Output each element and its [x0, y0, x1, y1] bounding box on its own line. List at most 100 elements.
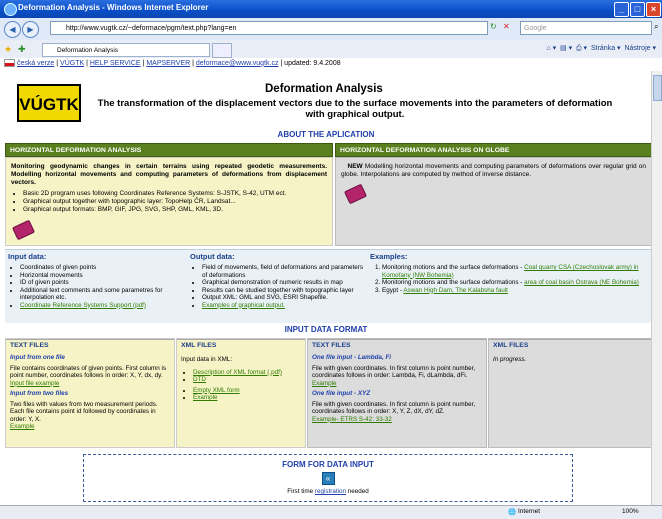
examples-heading: Examples:	[370, 252, 408, 261]
list-item: Examples of graphical output.	[202, 302, 365, 310]
globe-analysis-text: Modelling horizontal movements and compu…	[341, 163, 646, 178]
page-content: VÚGTK Deformation Analysis The transform…	[0, 71, 652, 505]
new-badge: NEW	[347, 163, 363, 170]
input-data-section: Input data: Coordinates of given points …	[8, 252, 178, 309]
one-file-text: File contains coordinates of given point…	[10, 364, 167, 380]
output-data-heading: Output data:	[190, 252, 235, 261]
mapserver-link[interactable]: MAPSERVER	[146, 60, 190, 67]
xyz-text: File with given coordinates. In first co…	[312, 400, 476, 416]
format-heading: INPUT DATA FORMAT	[284, 325, 368, 334]
page-menu[interactable]: Stránka	[591, 45, 615, 52]
minimize-button[interactable]: _	[614, 2, 629, 17]
internet-zone-icon: 🌐	[508, 509, 517, 516]
text-files-header: TEXT FILES	[6, 339, 174, 352]
tab-deformation-analysis[interactable]: Deformation Analysis	[42, 43, 210, 57]
back-icon[interactable]: ◀	[4, 21, 21, 38]
xml-description-link[interactable]: Description of XML format (.pdf)	[193, 369, 282, 376]
vugtk-link[interactable]: VÚGTK	[60, 60, 84, 67]
search-input[interactable]: Google	[520, 21, 652, 35]
graphical-output-examples-link[interactable]: Examples of graphical output.	[202, 302, 285, 309]
form-panel: FORM FOR DATA INPUT « First time registr…	[83, 454, 573, 502]
globe-text-files-header: TEXT FILES	[308, 339, 486, 352]
in-progress-text: In progress.	[493, 356, 527, 363]
empty-xml-form-link[interactable]: Empty XML form	[193, 387, 240, 394]
globe-analysis-header: HORIZONTAL DEFORMATION ANALYSIS ON GLOBE	[335, 143, 652, 157]
globe-text-files-panel: TEXT FILES One file input - Lambda, Fi F…	[307, 338, 487, 448]
page-info-bar: česká verze | VÚGTK | HELP SERVICE | MAP…	[0, 58, 662, 72]
logo-lettering: VÚGTK	[19, 95, 79, 114]
new-tab-button[interactable]	[212, 43, 232, 58]
list-item: Field of movements, field of deformation…	[202, 264, 365, 279]
window-titlebar: Deformation Analysis - Windows Internet …	[0, 0, 662, 18]
vertical-scrollbar[interactable]	[651, 71, 662, 505]
book-icon[interactable]	[343, 183, 368, 205]
examples-section: Examples: Monitoring motions and the sur…	[370, 252, 645, 294]
xyz-example-link[interactable]: Example- ETRS S-42: 33-32	[312, 416, 482, 424]
xml-example-link[interactable]: Example	[193, 394, 218, 401]
list-item: Graphical output together with topograph…	[23, 198, 327, 206]
registration-link[interactable]: registration	[315, 488, 346, 495]
lambda-fi-example-link[interactable]: Example	[312, 380, 482, 388]
list-item: Description of XML format (.pdf)	[193, 369, 301, 377]
scroll-thumb[interactable]	[653, 75, 662, 101]
horizontal-analysis-header: HORIZONTAL DEFORMATION ANALYSIS	[5, 143, 333, 157]
address-bar[interactable]: http://www.vugtk.cz/~deformace/pgm/text.…	[50, 21, 488, 35]
output-data-section: Output data: Field of movements, field o…	[190, 252, 365, 309]
two-files-text: Two files with values from two measureme…	[10, 400, 158, 423]
updated-date: updated: 9.4.2008	[284, 59, 341, 67]
form-enter-icon[interactable]: «	[321, 472, 335, 485]
form-text-after: needed	[346, 488, 369, 495]
feeds-icon[interactable]: ▤	[560, 45, 567, 52]
dtd-link[interactable]: DTD	[193, 376, 206, 383]
two-files-example-link[interactable]: Example	[10, 423, 170, 431]
czech-version-link[interactable]: česká verze	[17, 60, 54, 67]
lambda-fi-subheading: One file input - Lambda, Fi	[312, 354, 392, 361]
forward-icon[interactable]: ▶	[22, 21, 39, 38]
maximize-button[interactable]: □	[630, 2, 645, 17]
list-item: DTD	[193, 376, 301, 384]
form-text-before: First time	[287, 488, 315, 495]
close-button[interactable]: ×	[646, 2, 661, 17]
list-item: Monitoring motions and the surface defor…	[382, 279, 645, 287]
add-favorites-icon[interactable]: ✚	[18, 44, 26, 55]
xml-files-panel: XML FILES Input data in XML: Description…	[176, 338, 306, 448]
print-icon[interactable]: ⎙	[576, 45, 582, 52]
xyz-subheading: One file input - XYZ	[312, 390, 371, 397]
globe-xml-files-panel: XML FILES In progress.	[488, 338, 652, 448]
page-title: Deformation Analysis	[265, 83, 383, 95]
home-icon[interactable]: ⌂	[546, 45, 550, 52]
example-aswan-link[interactable]: Aswan High Dam, The Kalabsha fault	[403, 287, 508, 294]
window-title: Deformation Analysis - Windows Internet …	[18, 3, 209, 12]
two-files-subheading: Input from two files	[10, 390, 69, 397]
status-bar: 🌐 Internet 100%	[0, 505, 662, 519]
globe-xml-files-header: XML FILES	[489, 339, 651, 352]
list-item: Graphical demonstration of numeric resul…	[202, 279, 365, 287]
list-item: Graphical output formats: BMP, GIF, JPG,…	[23, 206, 327, 214]
list-item: Coordinates of given points	[20, 264, 178, 272]
input-file-example-link[interactable]: Input file example	[10, 380, 170, 388]
list-item: ID of given points	[20, 279, 178, 287]
search-icon[interactable]: ⌕	[654, 22, 658, 32]
tools-menu[interactable]: Nástroje	[624, 45, 650, 52]
page-subtitle: The transformation of the displacement v…	[97, 98, 613, 120]
favorites-star-icon[interactable]: ★	[4, 44, 12, 55]
horizontal-analysis-panel: Monitoring geodynamic changes in certain…	[5, 157, 333, 246]
form-heading: FORM FOR DATA INPUT	[282, 460, 374, 469]
about-heading: ABOUT THE APLICATION	[277, 130, 375, 139]
refresh-icon[interactable]: ↻	[490, 22, 497, 31]
list-item: Output XML: GML and SVG, ESRI Shapefile.	[202, 294, 365, 302]
crs-support-link[interactable]: Coordinate Reference Systems Support (pd…	[20, 302, 146, 309]
horizontal-analysis-list: Basic 2D program uses following Coordina…	[11, 190, 327, 214]
list-item: Empty XML form	[193, 387, 301, 395]
email-link[interactable]: deformace@www.vugtk.cz	[196, 60, 279, 67]
logo-text: VÚGTK	[19, 95, 79, 114]
list-item: Monitoring motions and the surface defor…	[382, 264, 645, 279]
help-service-link[interactable]: HELP SERVICE	[90, 60, 141, 67]
stop-icon[interactable]: ✕	[503, 22, 510, 31]
zoom-level[interactable]: 100%	[622, 508, 639, 515]
example-ostrava-link[interactable]: area of coal basin Ostrava (NE Bohemia)	[524, 279, 639, 286]
lambda-fi-text: File with given coordinates. In first co…	[312, 364, 476, 380]
book-icon[interactable]	[11, 219, 36, 241]
list-item: Egypt - Aswan High Dam, The Kalabsha fau…	[382, 287, 645, 295]
one-file-subheading: Input from one file	[10, 354, 65, 361]
